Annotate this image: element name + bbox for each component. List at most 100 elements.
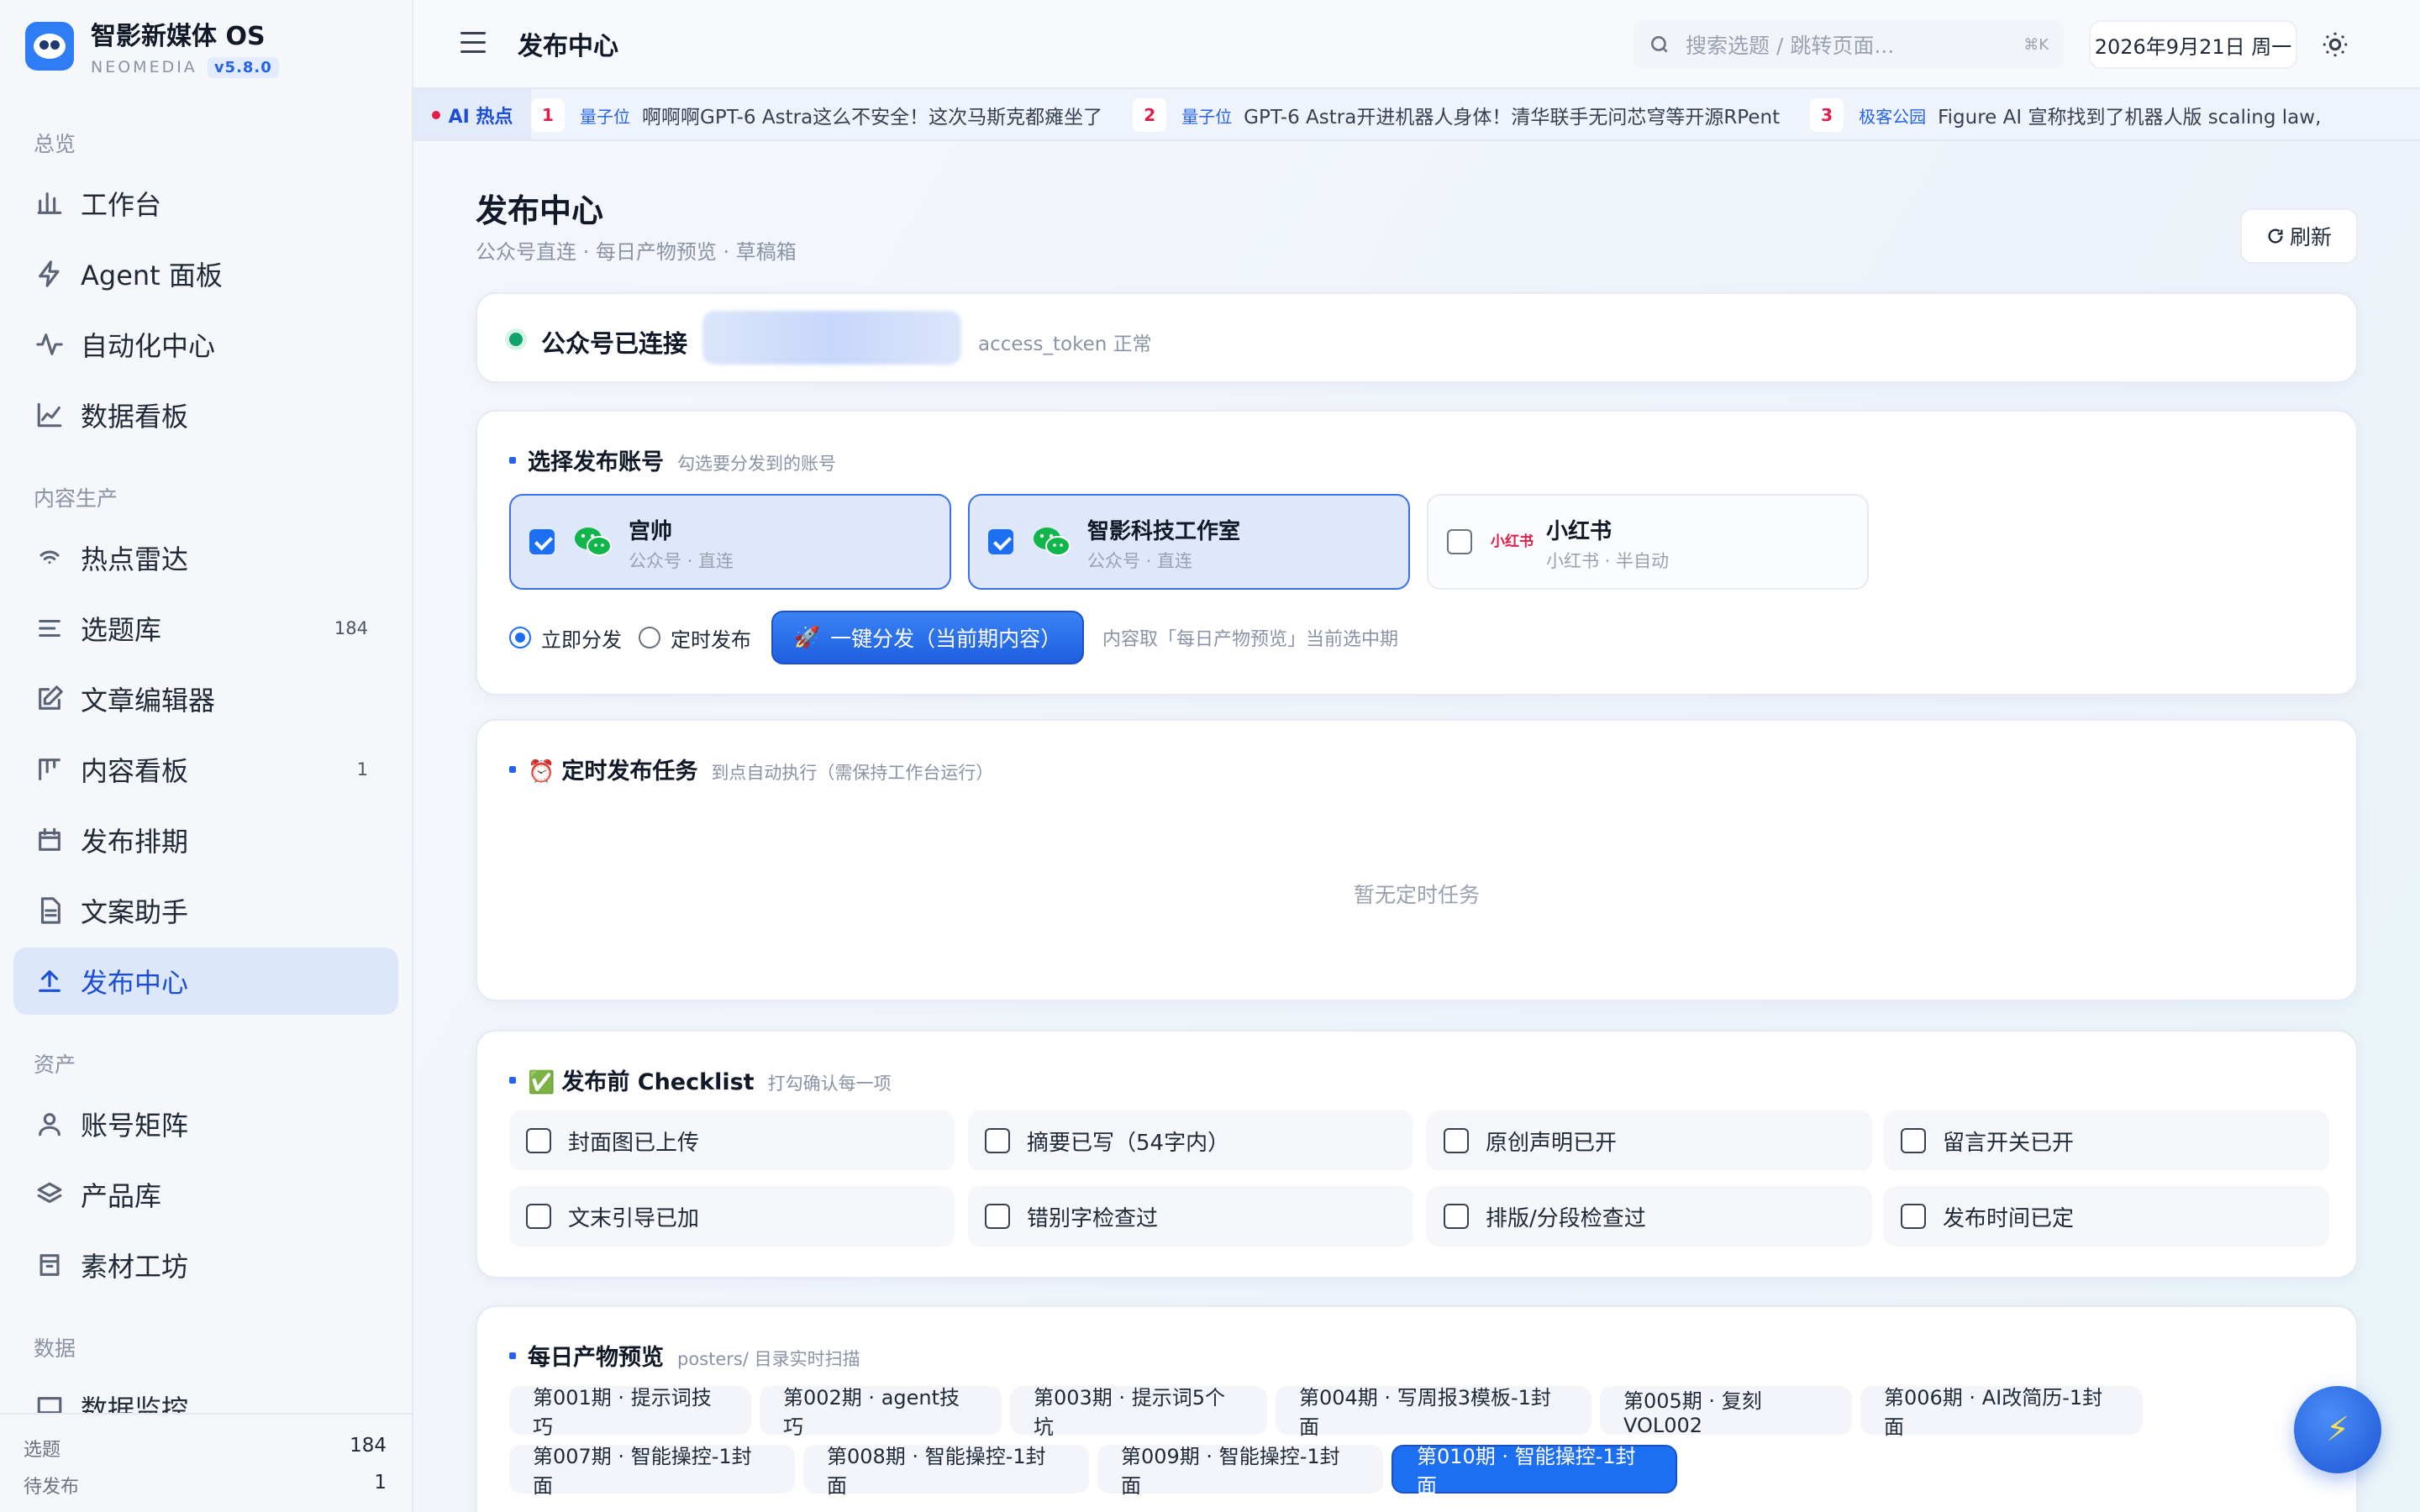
sidebar-item-label: 选题库: [81, 614, 162, 646]
issue-pill[interactable]: 第007期 · 智能操控-1封面: [509, 1445, 795, 1498]
sun-icon[interactable]: [2321, 30, 2349, 59]
section-hint: 打勾确认每一项: [767, 1074, 892, 1094]
checklist-item[interactable]: 原创声明已开: [1427, 1110, 1872, 1171]
sidebar-item-editor[interactable]: 文章编辑器: [13, 665, 398, 732]
lightning-icon: ⚡: [2325, 1410, 2350, 1449]
list-icon: [34, 612, 66, 644]
account-option-studio[interactable]: 智影科技工作室 公众号 · 直连: [968, 494, 1410, 590]
publish-all-button[interactable]: 🚀 一键分发（当前期内容）: [771, 611, 1084, 664]
checklist-item[interactable]: 封面图已上传: [509, 1110, 955, 1171]
sidebar-item-label: 文案助手: [81, 896, 189, 928]
ticker-item[interactable]: 1 量子位 啊啊啊GPT-6 Astra这么不安全！这次马斯克都瘫坐了: [531, 98, 1102, 132]
sidebar-item-label: 账号矩阵: [81, 1110, 189, 1142]
sidebar-item-dashboard[interactable]: 数据看板: [13, 381, 398, 449]
sidebar-item-copywriter[interactable]: 文案助手: [13, 877, 398, 944]
checklist-item[interactable]: 留言开关已开: [1884, 1110, 2329, 1171]
checklist-item[interactable]: 摘要已写（54字内）: [968, 1110, 1413, 1171]
menu-icon[interactable]: [460, 32, 486, 54]
main-content: 发布中心 公众号直连 · 每日产物预览 · 草稿箱 刷新 公众号已连接 acce…: [413, 141, 2420, 1512]
checkbox[interactable]: [526, 1204, 551, 1229]
wechat-icon: [1034, 528, 1071, 556]
checkbox[interactable]: [985, 1204, 1010, 1229]
sidebar-item-kanban[interactable]: 内容看板 1: [13, 736, 398, 803]
sidebar-item-accounts[interactable]: 账号矩阵: [13, 1090, 398, 1158]
account-id-redacted: [702, 311, 961, 365]
wechat-icon: [575, 528, 612, 556]
connection-card: 公众号已连接 access_token 正常: [476, 292, 2358, 383]
account-select-card: 选择发布账号 勾选要分发到的账号 宫帅 公众号 · 直连 智影科技工作室 公众号…: [476, 410, 2358, 696]
sidebar-item-radar[interactable]: 热点雷达: [13, 524, 398, 591]
sidebar-item-workbench[interactable]: 工作台: [13, 170, 398, 237]
alarm-clock-icon: ⏰: [528, 759, 555, 785]
sidebar-item-label: Agent 面板: [81, 260, 223, 291]
sidebar-item-materials[interactable]: 素材工坊: [13, 1231, 398, 1299]
shortcut-hint: ⌘K: [2023, 35, 2049, 54]
check-mark-icon: ✅: [528, 1070, 555, 1095]
issue-pill[interactable]: 第006期 · AI改简历-1封面: [1860, 1386, 2143, 1439]
issue-pill[interactable]: 第003期 · 提示词5个坑: [1010, 1386, 1267, 1439]
hot-ticker: AI 热点 1 量子位 啊啊啊GPT-6 Astra这么不安全！这次马斯克都瘫坐…: [413, 87, 2420, 141]
sidebar-item-label: 发布排期: [81, 826, 189, 858]
quick-action-button[interactable]: ⚡: [2294, 1386, 2381, 1473]
refresh-button[interactable]: 刷新: [2240, 208, 2358, 264]
issue-pill[interactable]: 第008期 · 智能操控-1封面: [803, 1445, 1089, 1498]
sidebar-item-products[interactable]: 产品库: [13, 1161, 398, 1228]
upload-icon: [34, 965, 66, 997]
token-status: access_token 正常: [978, 333, 1152, 355]
checklist-item[interactable]: 错别字检查过: [968, 1186, 1413, 1247]
ticker-item[interactable]: 3 极客公园 Figure AI 宣称找到了机器人版 scaling law,: [1810, 98, 2321, 132]
account-checkbox[interactable]: [529, 529, 555, 554]
page-subtitle: 公众号直连 · 每日产物预览 · 草稿箱: [476, 240, 797, 264]
refresh-icon: [2268, 228, 2283, 244]
sidebar-item-topics[interactable]: 选题库 184: [13, 595, 398, 662]
line-chart-icon: [34, 399, 66, 431]
checkbox[interactable]: [1901, 1204, 1926, 1229]
connected-status-dot: [509, 333, 523, 346]
sidebar-item-automation[interactable]: 自动化中心: [13, 311, 398, 378]
issue-pill[interactable]: 第001期 · 提示词技巧: [509, 1386, 751, 1439]
checklist-item[interactable]: 文末引导已加: [509, 1186, 955, 1247]
issue-pill[interactable]: 第005期 · 复刻VOL002: [1600, 1386, 1852, 1437]
kanban-count: 1: [356, 759, 368, 780]
checklist-item[interactable]: 排版/分段检查过: [1427, 1186, 1872, 1247]
sidebar-item-publish-center[interactable]: 发布中心: [13, 948, 398, 1015]
page-title: 发布中心: [476, 192, 604, 229]
checklist-item[interactable]: 发布时间已定: [1884, 1186, 2329, 1247]
checkbox[interactable]: [526, 1128, 551, 1153]
issue-pill[interactable]: 第002期 · agent技巧: [760, 1386, 1002, 1439]
section-hint: 到点自动执行（需保持工作台运行）: [711, 763, 994, 783]
sidebar-item-label: 自动化中心: [81, 330, 216, 362]
checkbox[interactable]: [1444, 1128, 1469, 1153]
section-hint: 勾选要分发到的账号: [677, 454, 836, 474]
sidebar-item-schedule[interactable]: 发布排期: [13, 806, 398, 874]
issue-pill-selected[interactable]: 第010期 · 智能操控-1封面: [1392, 1445, 1677, 1498]
radio-publish-now[interactable]: [509, 627, 531, 648]
account-checkbox[interactable]: [1447, 529, 1472, 554]
user-icon: [34, 1108, 66, 1140]
account-option-xiaohongshu[interactable]: 小红书 小红书 小红书 · 半自动: [1427, 494, 1869, 590]
publish-note: 内容取「每日产物预览」当前选中期: [1102, 629, 1399, 650]
document-icon: [34, 895, 66, 927]
radio-publish-scheduled[interactable]: [639, 627, 660, 648]
checklist-card: ✅ 发布前 Checklist 打勾确认每一项 封面图已上传 摘要已写（54字内…: [476, 1030, 2358, 1278]
rocket-icon: 🚀: [793, 625, 821, 649]
ticker-item[interactable]: 2 量子位 GPT-6 Astra开进机器人身体！清华联手无问芯穹等开源RPen…: [1133, 98, 1780, 132]
sidebar-item-label: 热点雷达: [81, 543, 189, 575]
owl-logo-icon: [25, 22, 74, 71]
checkbox[interactable]: [985, 1128, 1010, 1153]
sidebar-item-agent[interactable]: Agent 面板: [13, 240, 398, 307]
account-checkbox[interactable]: [988, 529, 1013, 554]
checkbox[interactable]: [1901, 1128, 1926, 1153]
radar-icon: [34, 542, 66, 574]
brand-name: 智影新媒体 OS: [91, 21, 266, 51]
issue-pill[interactable]: 第004期 · 写周报3模板-1封面: [1276, 1386, 1591, 1439]
search-input[interactable]: 搜索选题 / 跳转页面... ⌘K: [1634, 20, 2064, 69]
brand[interactable]: 智影新媒体 OS NEOMEDIA v5.8.0: [25, 17, 279, 78]
kanban-icon: [34, 753, 66, 785]
issue-pill[interactable]: 第009期 · 智能操控-1封面: [1097, 1445, 1383, 1498]
section-hint: posters/ 目录实时扫描: [677, 1349, 860, 1369]
account-option-gongshuai[interactable]: 宫帅 公众号 · 直连: [509, 494, 951, 590]
edit-icon: [34, 683, 66, 715]
checkbox[interactable]: [1444, 1204, 1469, 1229]
section-title: 定时发布任务: [561, 759, 698, 785]
